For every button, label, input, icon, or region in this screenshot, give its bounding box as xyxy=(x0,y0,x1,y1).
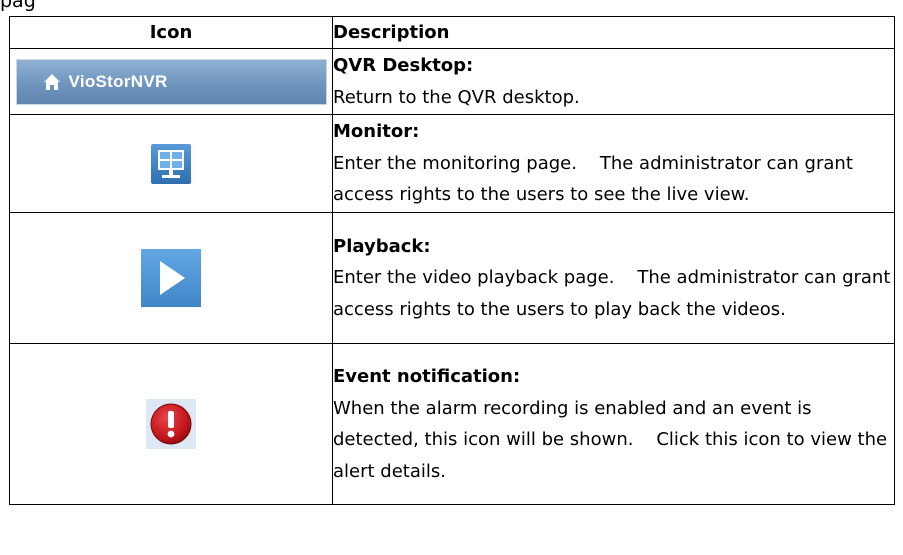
icon-description-table: Icon Description VioStorNVR QVR Desktop:… xyxy=(9,16,895,505)
description-cell: QVR Desktop: Return to the QVR desktop. xyxy=(332,48,895,115)
row-description: When the alarm recording is enabled and … xyxy=(333,397,893,482)
row-title: Playback: xyxy=(333,235,431,257)
icon-cell xyxy=(9,343,333,505)
row-description: Enter the video playback page. The admin… xyxy=(333,267,897,320)
row-title: Monitor: xyxy=(333,121,420,143)
row-description: Enter the monitoring page. The administr… xyxy=(333,152,859,206)
qvr-button-label: VioStorNVR xyxy=(68,71,168,91)
play-icon[interactable] xyxy=(141,249,201,307)
table-row: Playback: Enter the video playback page.… xyxy=(9,212,897,344)
event-notification-icon[interactable] xyxy=(146,399,196,449)
qvr-desktop-button[interactable]: VioStorNVR xyxy=(15,58,327,105)
column-header-icon: Icon xyxy=(9,16,333,49)
table-row: VioStorNVR QVR Desktop: Return to the QV… xyxy=(9,48,895,115)
description-cell: Monitor: Enter the monitoring page. The … xyxy=(332,114,895,213)
table-header-row: Icon Description xyxy=(9,16,895,49)
description-cell: Event notification: When the alarm recor… xyxy=(332,343,895,505)
home-icon xyxy=(43,73,60,90)
column-header-description: Description xyxy=(332,16,895,49)
table-row: Monitor: Enter the monitoring page. The … xyxy=(9,114,895,213)
description-cell: Playback: Enter the video playback page.… xyxy=(332,212,897,344)
table-row: Event notification: When the alarm recor… xyxy=(9,343,895,505)
page-text-fragment: pag xyxy=(0,0,36,12)
icon-cell xyxy=(9,114,333,213)
monitor-icon[interactable] xyxy=(151,143,191,184)
row-title: QVR Desktop: xyxy=(333,55,474,76)
icon-cell: VioStorNVR xyxy=(9,48,333,115)
row-title: Event notification: xyxy=(333,366,521,387)
row-description: Return to the QVR desktop. xyxy=(333,86,580,108)
icon-cell xyxy=(9,212,333,344)
